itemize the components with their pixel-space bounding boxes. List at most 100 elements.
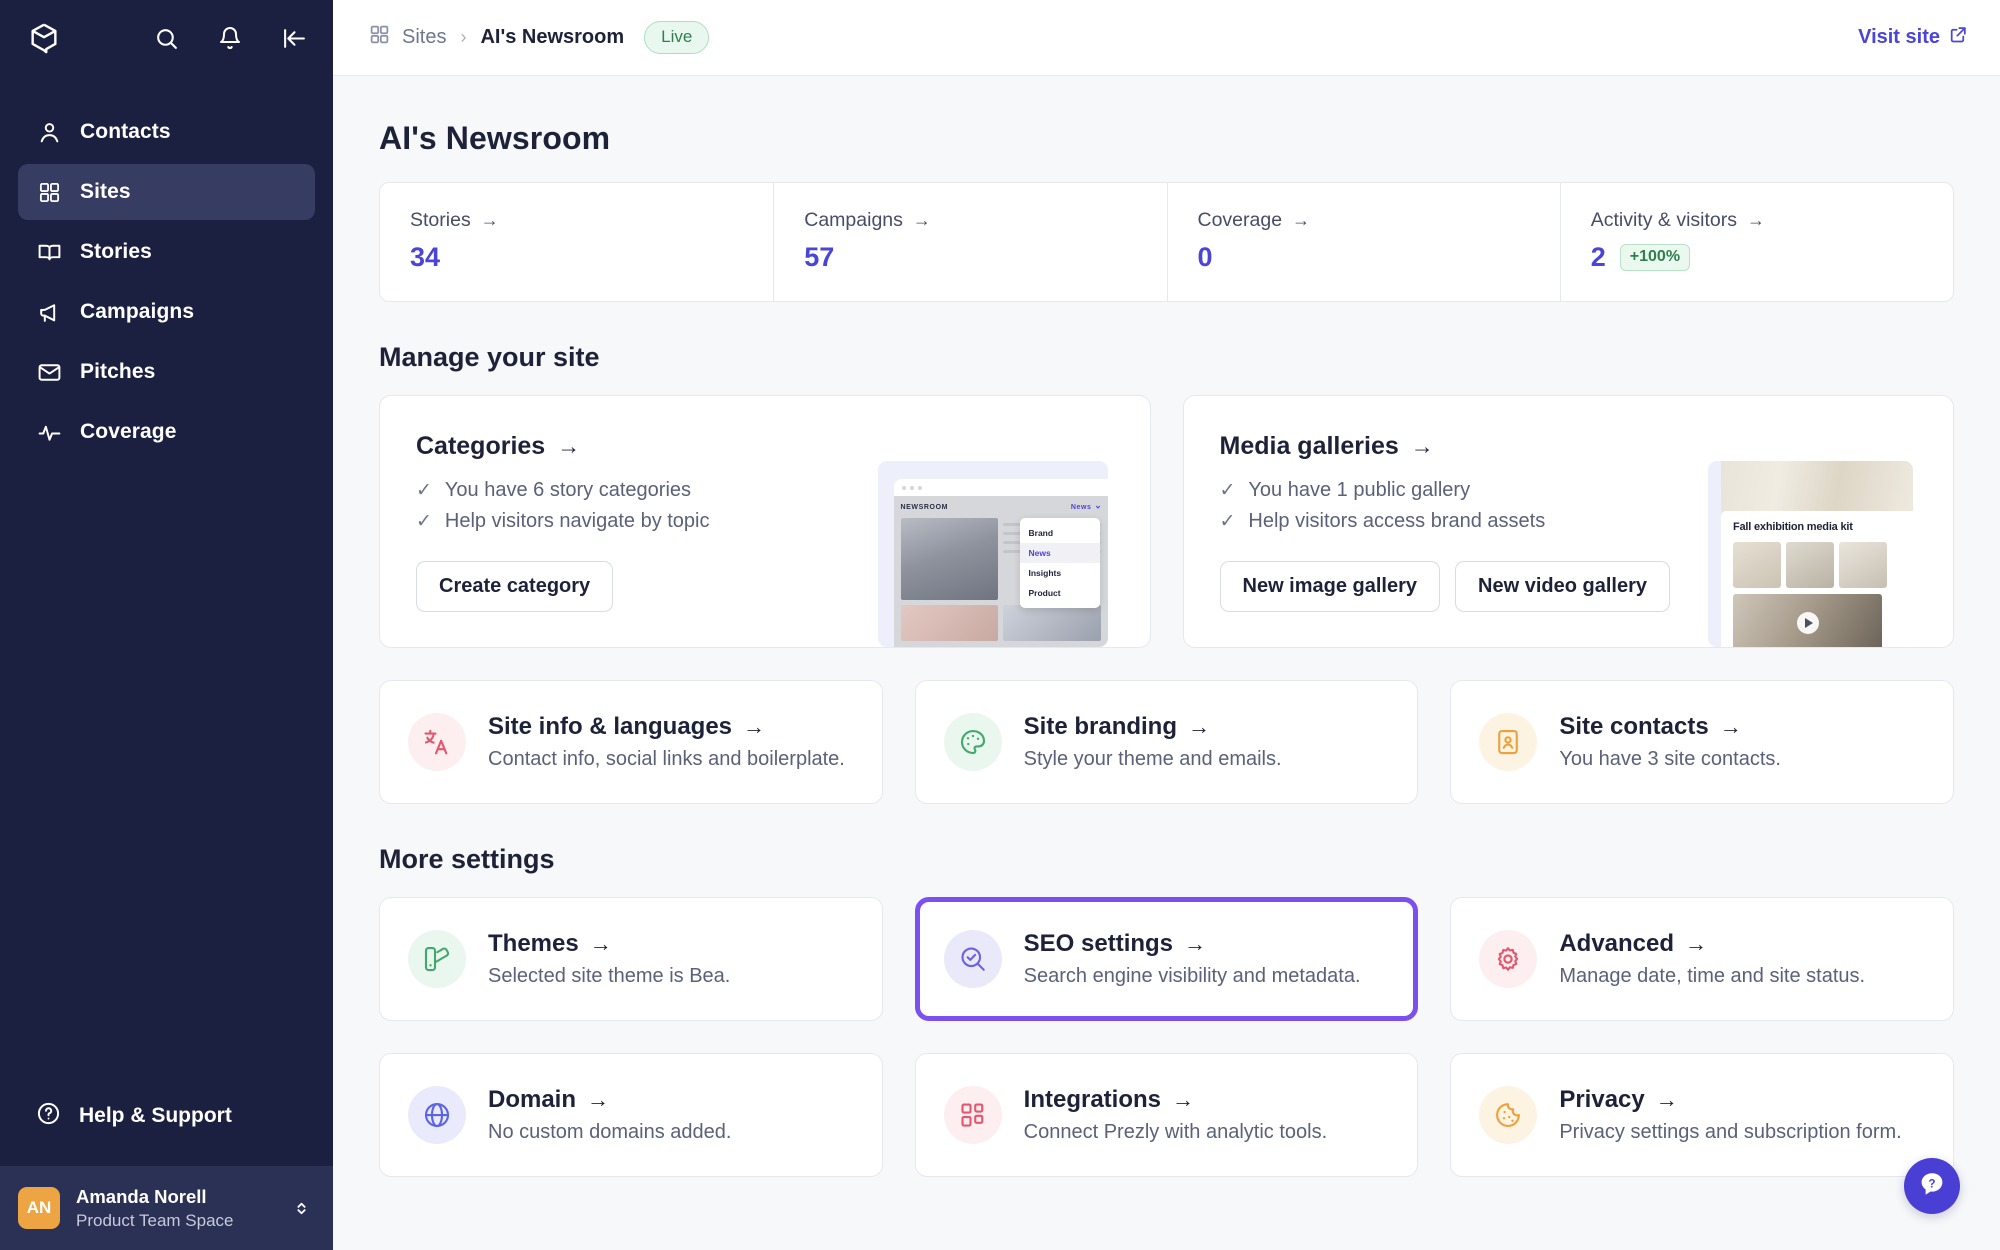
sidebar-item-campaigns[interactable]: Campaigns bbox=[18, 284, 315, 340]
more-section-title: More settings bbox=[379, 844, 555, 874]
sidebar-item-pitches[interactable]: Pitches bbox=[18, 344, 315, 400]
new-image-gallery-button[interactable]: New image gallery bbox=[1219, 561, 1441, 612]
card-advanced[interactable]: Advanced → Manage date, time and site st… bbox=[1450, 897, 1954, 1021]
visit-site-label: Visit site bbox=[1858, 26, 1940, 48]
main-scroll-region: AI's Newsroom Stories → 34 Campaigns → 5… bbox=[333, 76, 2000, 1250]
arrow-right-icon: → bbox=[743, 714, 766, 739]
visit-site-link[interactable]: Visit site bbox=[1858, 25, 1968, 50]
envelope-icon bbox=[36, 359, 62, 385]
stat-card-activity-visitors[interactable]: Activity & visitors → 2 +100% bbox=[1559, 183, 1953, 301]
browser-viewport: NEWSROOM News Brand News Insights Produc… bbox=[893, 496, 1108, 647]
blocks-icon bbox=[943, 1086, 1002, 1144]
page-content: AI's Newsroom Stories → 34 Campaigns → 5… bbox=[333, 76, 2000, 1250]
stat-card-coverage[interactable]: Coverage → 0 bbox=[1166, 183, 1560, 301]
card-title-text: Media galleries bbox=[1219, 432, 1399, 460]
card-subtitle: Search engine visibility and metadata. bbox=[1023, 965, 1361, 987]
stat-label: Stories → bbox=[410, 209, 743, 232]
mock-nav-label: News bbox=[1070, 503, 1092, 511]
card-categories[interactable]: Categories → ✓ You have 6 story categori… bbox=[379, 395, 1151, 648]
question-circle-icon bbox=[36, 1101, 61, 1132]
sidebar-item-stories[interactable]: Stories bbox=[18, 224, 315, 280]
card-media-galleries-checks: ✓ You have 1 public gallery ✓ Help visit… bbox=[1220, 479, 1709, 533]
breadcrumb-sites-label: Sites bbox=[402, 26, 447, 48]
help-chat-icon: ? bbox=[1917, 1169, 1947, 1204]
card-title-text: SEO settings bbox=[1023, 930, 1174, 957]
sidebar-header-actions bbox=[153, 25, 307, 51]
chevron-up-down-icon[interactable] bbox=[292, 1199, 311, 1218]
page-title: AI's Newsroom bbox=[379, 120, 611, 156]
sidebar-item-sites[interactable]: Sites bbox=[18, 164, 315, 220]
card-title-text: Privacy bbox=[1559, 1086, 1645, 1113]
card-site-branding[interactable]: Site branding → Style your theme and ema… bbox=[914, 680, 1419, 804]
card-site-contacts[interactable]: Site contacts → You have 3 site contacts… bbox=[1450, 680, 1954, 804]
arrow-right-icon: → bbox=[480, 210, 499, 230]
sidebar-user-text: Amanda Norell Product Team Space bbox=[76, 1185, 234, 1231]
check-label: Help visitors access brand assets bbox=[1248, 510, 1546, 532]
card-media-galleries[interactable]: Media galleries → ✓ You have 1 public ga… bbox=[1182, 395, 1954, 648]
grid-icon bbox=[36, 179, 62, 205]
stat-value: 2 bbox=[1590, 242, 1606, 272]
arrow-right-icon: → bbox=[587, 1087, 610, 1112]
card-media-galleries-title[interactable]: Media galleries → bbox=[1220, 432, 1709, 461]
arrow-right-icon: → bbox=[1747, 210, 1765, 230]
chevron-down-icon bbox=[1095, 505, 1100, 509]
card-text: Domain → No custom domains added. bbox=[488, 1086, 731, 1144]
manage-small-cards: Site info & languages → Contact info, so… bbox=[379, 680, 1954, 804]
sidebar-header bbox=[0, 0, 333, 76]
collapse-sidebar-icon[interactable] bbox=[281, 25, 307, 51]
activity-icon bbox=[36, 419, 62, 445]
card-text: Integrations → Connect Prezly with analy… bbox=[1024, 1086, 1327, 1144]
card-site-info-languages[interactable]: Site info & languages → Contact info, so… bbox=[379, 680, 883, 804]
breadcrumb-current[interactable]: AI's Newsroom bbox=[480, 26, 624, 49]
stat-label-text: Stories bbox=[410, 209, 471, 231]
bell-icon[interactable] bbox=[217, 25, 243, 51]
stat-value: 0 bbox=[1197, 242, 1213, 272]
arrow-right-icon: → bbox=[1685, 931, 1708, 956]
card-text: SEO settings → Search engine visibility … bbox=[1024, 930, 1361, 988]
card-title-text: Domain bbox=[488, 1086, 577, 1113]
mock-site-nav: NEWSROOM News bbox=[894, 496, 1108, 518]
categories-browser-mock: NEWSROOM News Brand News Insights Produc… bbox=[893, 479, 1108, 647]
arrow-right-icon: → bbox=[557, 433, 581, 459]
card-text: Advanced → Manage date, time and site st… bbox=[1559, 930, 1865, 988]
card-themes[interactable]: Themes → Selected site theme is Bea. bbox=[379, 897, 883, 1021]
card-domain[interactable]: Domain → No custom domains added. bbox=[379, 1053, 883, 1177]
search-icon[interactable] bbox=[153, 25, 179, 51]
card-title-text: Site contacts bbox=[1559, 713, 1709, 740]
sidebar-user-switcher[interactable]: AN Amanda Norell Product Team Space bbox=[0, 1166, 333, 1250]
card-title: Domain → bbox=[488, 1086, 731, 1114]
check-item: ✓ Help visitors access brand assets bbox=[1220, 510, 1709, 533]
mock-image bbox=[1733, 542, 1781, 588]
stat-label-text: Activity & visitors bbox=[1590, 209, 1738, 231]
sidebar-item-help-support[interactable]: Help & Support bbox=[18, 1088, 315, 1144]
card-seo-settings[interactable]: SEO settings → Search engine visibility … bbox=[914, 897, 1419, 1021]
prezly-cube-logo-icon[interactable] bbox=[24, 18, 64, 58]
sidebar-item-coverage[interactable]: Coverage bbox=[18, 404, 315, 460]
card-categories-checks: ✓ You have 6 story categories ✓ Help vis… bbox=[416, 479, 878, 533]
stat-card-stories[interactable]: Stories → 34 bbox=[380, 183, 773, 301]
check-item: ✓ You have 1 public gallery bbox=[1220, 479, 1709, 502]
arrow-right-icon: → bbox=[1655, 1087, 1678, 1112]
card-title-text: Site branding bbox=[1023, 713, 1177, 740]
breadcrumb-sites[interactable]: Sites bbox=[369, 24, 446, 51]
card-categories-title[interactable]: Categories → bbox=[416, 432, 878, 461]
new-video-gallery-button[interactable]: New video gallery bbox=[1455, 561, 1670, 612]
sidebar-item-label: Pitches bbox=[80, 360, 156, 383]
mock-image bbox=[1839, 542, 1887, 588]
app-root: Contacts Sites Stories Campaigns Pitches… bbox=[0, 0, 2000, 1250]
sidebar-item-contacts[interactable]: Contacts bbox=[18, 104, 315, 160]
help-chat-fab[interactable]: ? bbox=[1904, 1158, 1960, 1214]
card-title: Themes → bbox=[488, 930, 730, 958]
card-text: Site branding → Style your theme and ema… bbox=[1024, 713, 1282, 771]
create-category-button[interactable]: Create category bbox=[416, 561, 614, 612]
card-text: Themes → Selected site theme is Bea. bbox=[488, 930, 730, 988]
browser-dot bbox=[901, 485, 906, 490]
stat-card-campaigns[interactable]: Campaigns → 57 bbox=[773, 183, 1166, 301]
card-integrations[interactable]: Integrations → Connect Prezly with analy… bbox=[914, 1053, 1419, 1177]
browser-dot bbox=[917, 485, 922, 490]
media-gallery-thumbnail: Fall exhibition media kit bbox=[1708, 461, 1913, 647]
sidebar-item-label: Coverage bbox=[80, 420, 177, 443]
stat-label: Activity & visitors → bbox=[1591, 209, 1923, 232]
card-privacy[interactable]: Privacy → Privacy settings and subscript… bbox=[1450, 1053, 1954, 1177]
stat-delta-badge: +100% bbox=[1619, 244, 1691, 271]
